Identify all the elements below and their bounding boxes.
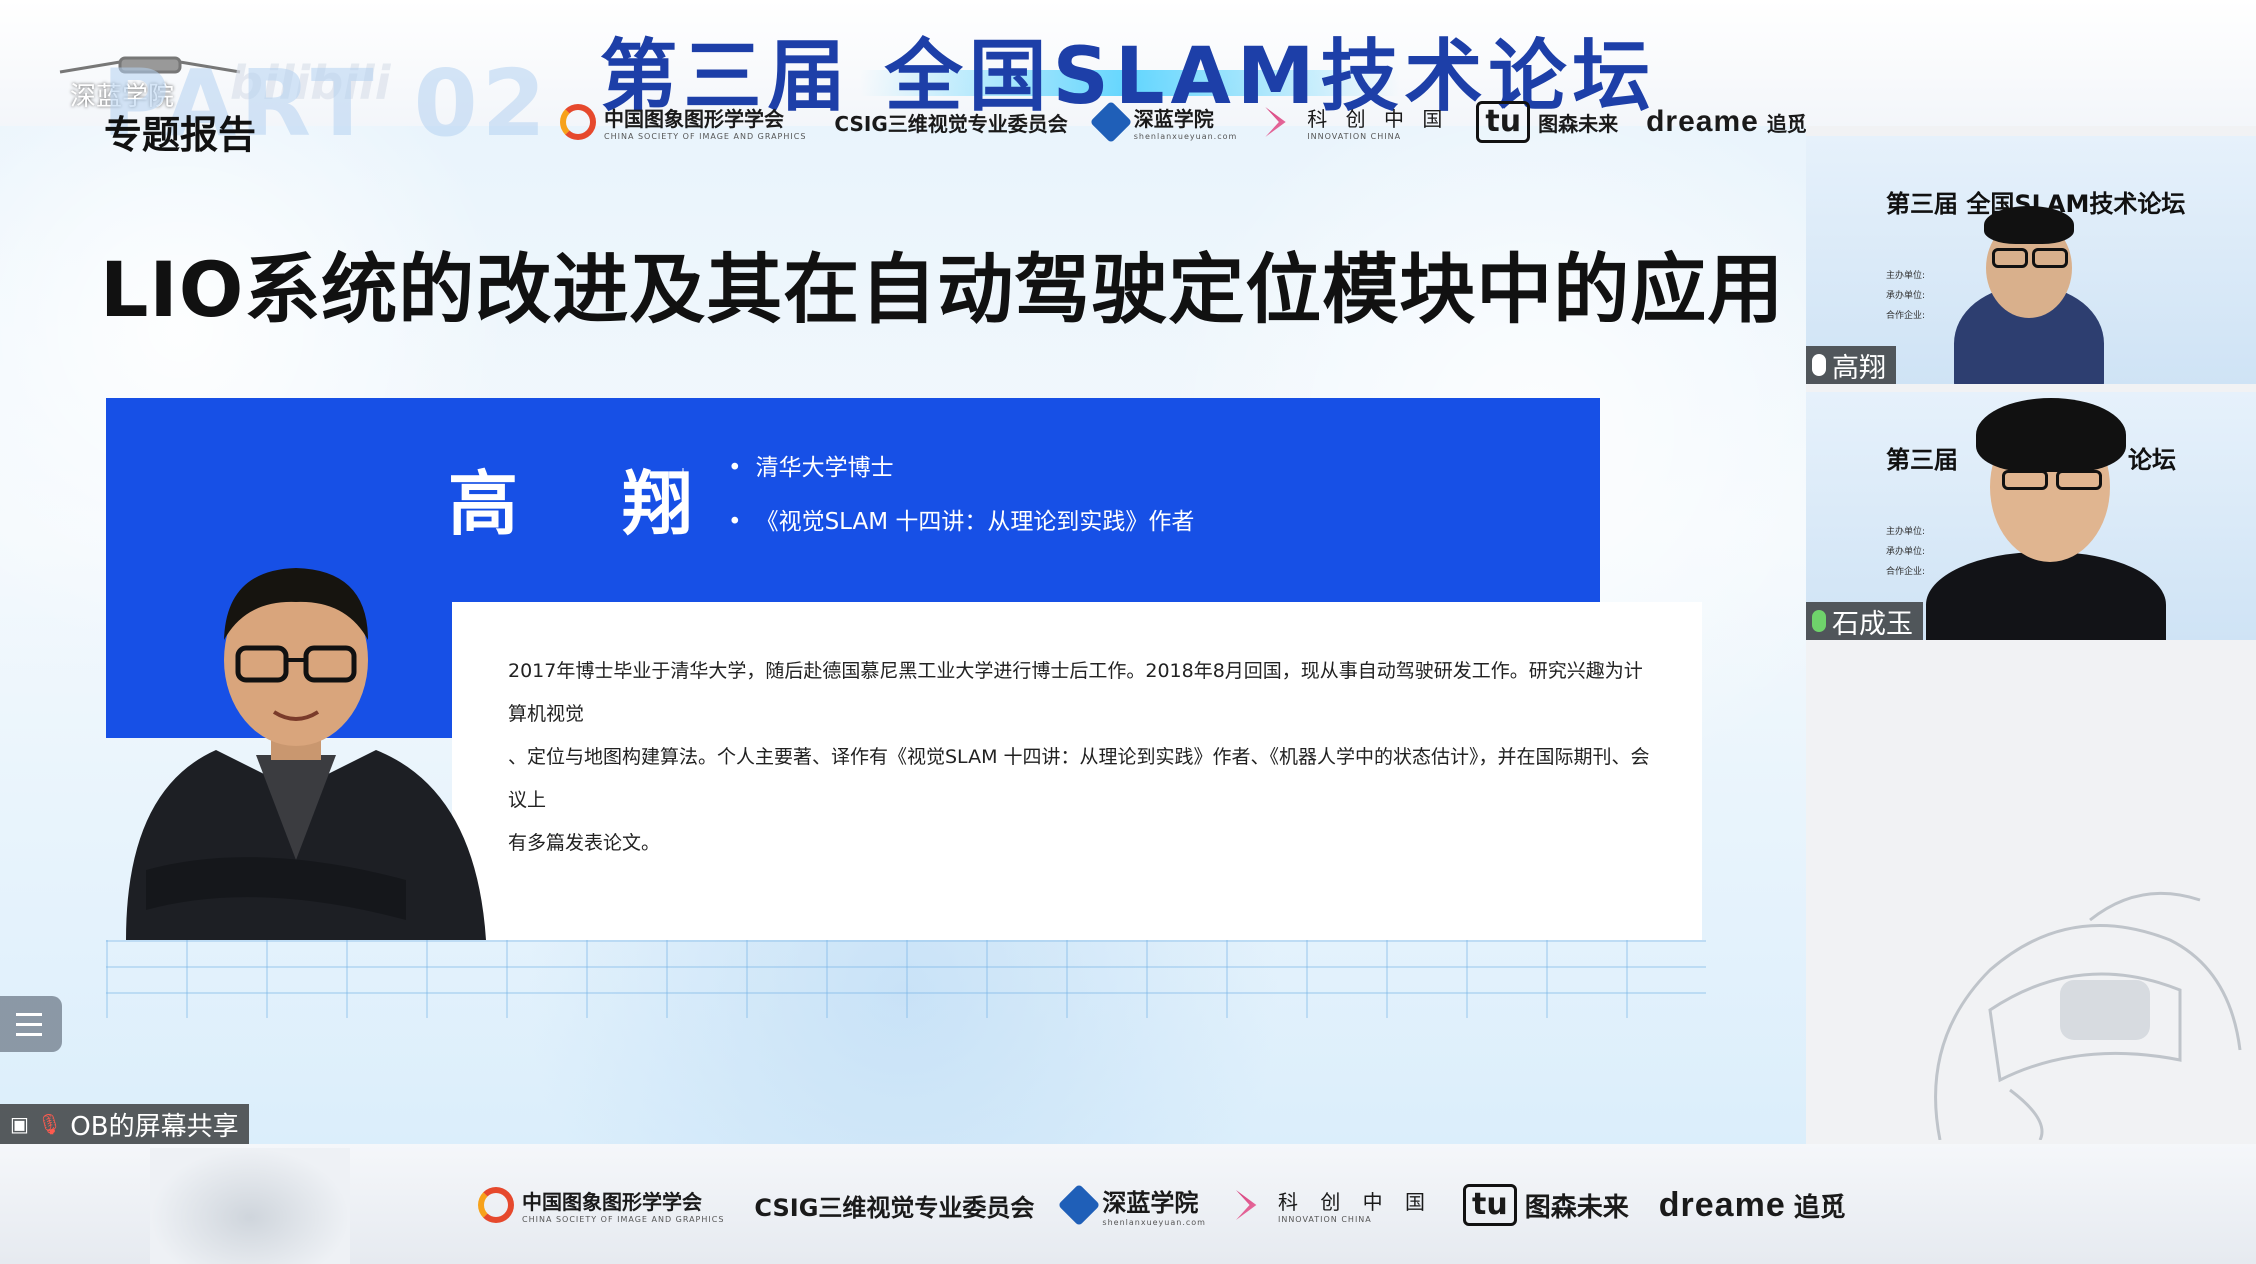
- speaker-photo: [126, 568, 486, 940]
- shenlan-diamond-icon: [1058, 1183, 1101, 1227]
- dreame-cn: 追觅: [1793, 1192, 1846, 1223]
- grid-floor-decoration: [106, 940, 1706, 1018]
- dreame-name: dreame: [1646, 105, 1759, 138]
- tu-mark: tu: [1476, 101, 1531, 143]
- participant-glasses: [2056, 470, 2102, 490]
- participant-hair: [1984, 206, 2074, 244]
- csig3d-name: CSIG三维视觉专业委员会: [754, 1193, 1035, 1222]
- bio-line: 2017年博士毕业于清华大学，随后赴德国慕尼黑工业大学进行博士后工作。2018年…: [508, 660, 1643, 725]
- robot-decoration: [150, 1148, 350, 1264]
- part-label: 专题报告: [104, 113, 257, 157]
- participant-tile[interactable]: 第三届 全国SLAM技术论坛 主办单位: 承办单位: 合作企业: 高翔: [1806, 136, 2256, 384]
- sponsor-logos: 中国图象图形学学会 CHINA SOCIETY OF IMAGE AND GRA…: [560, 92, 1807, 152]
- participant-glasses: [1992, 248, 2028, 268]
- csig-ring-icon: [478, 1187, 514, 1223]
- kechuang-en: INNOVATION CHINA: [1277, 1215, 1372, 1224]
- csig-ring-icon: [560, 104, 596, 140]
- tile-background-title: 第三届: [1886, 446, 1958, 474]
- bottom-sponsor-logos: 中国图象图形学学会 CHINA SOCIETY OF IMAGE AND GRA…: [478, 1172, 1846, 1238]
- logo-kechuang: 科 创 中 国 INNOVATION CHINA: [1235, 1186, 1434, 1224]
- list-icon: [16, 1022, 42, 1026]
- tile-meta-line: 承办单位:: [1886, 291, 1926, 301]
- shenlan-name: 深蓝学院: [1133, 107, 1214, 131]
- tile-background-meta: 主办单位: 承办单位: 合作企业:: [1886, 522, 1925, 582]
- shenlan-url: shenlanxueyuan.com: [1102, 1218, 1206, 1227]
- tusen-name: 图森未来: [1524, 1192, 1629, 1223]
- participant-name: 高翔: [1832, 352, 1886, 384]
- participant-glasses: [2032, 248, 2068, 268]
- logo-tusen: tu 图森未来: [1463, 1184, 1629, 1226]
- logo-csig: 中国图象图形学学会 CHINA SOCIETY OF IMAGE AND GRA…: [560, 103, 806, 141]
- name-divider: [682, 468, 684, 530]
- participant-tile[interactable]: 第三届 论坛 主办单位: 承办单位: 合作企业: 石成玉: [1806, 392, 2256, 640]
- dreame-cn: 追觅: [1766, 111, 1807, 136]
- tusen-name: 图森未来: [1538, 111, 1619, 136]
- slide-title: LIO系统的改进及其在自动驾驶定位模块中的应用: [100, 245, 1785, 334]
- kechuang-name: 科 创 中 国: [1307, 107, 1449, 131]
- credential-item: 清华大学博士: [728, 448, 894, 482]
- speaker-name: 高 翔: [448, 463, 733, 545]
- bio-line: 有多篇发表论文。: [508, 832, 661, 854]
- screen-share-icon: ▣: [10, 1112, 29, 1136]
- dreame-name: dreame: [1658, 1185, 1786, 1224]
- tile-meta-line: 主办单位:: [1886, 527, 1926, 537]
- bio-line: 、定位与地图构建算法。个人主要著、译作有《视觉SLAM 十四讲：从理论到实践》作…: [508, 746, 1650, 811]
- kechuang-mark-icon: [1265, 107, 1286, 137]
- mic-active-icon: [1812, 610, 1826, 632]
- logo-csig3d: CSIG三维视觉专业委员会: [834, 108, 1067, 137]
- participant-glasses: [2002, 470, 2048, 490]
- logo-shenlan: 深蓝学院 shenlanxueyuan.com: [1089, 100, 1238, 144]
- tu-mark: tu: [1463, 1184, 1517, 1226]
- participant-name-label: 高翔: [1806, 346, 1896, 384]
- mic-icon: [1812, 354, 1826, 376]
- kechuang-name: 科 创 中 国: [1277, 1190, 1434, 1214]
- logo-csig3d: CSIG三维视觉专业委员会: [754, 1188, 1034, 1223]
- shenlan-url: shenlanxueyuan.com: [1133, 132, 1238, 141]
- tile-meta-line: 合作企业:: [1886, 311, 1926, 321]
- mic-muted-icon: 🎙: [36, 1112, 63, 1136]
- vr-headset-sketch: [1934, 891, 2242, 1140]
- tile-background-title-right: 论坛: [2128, 446, 2176, 474]
- tile-background-meta: 主办单位: 承办单位: 合作企业:: [1886, 266, 1925, 326]
- tile-meta-line: 主办单位:: [1886, 271, 1926, 281]
- tile-meta-line: 承办单位:: [1886, 547, 1926, 557]
- shenlan-diamond-icon: [1089, 100, 1132, 144]
- tile-meta-line: 合作企业:: [1886, 567, 1926, 577]
- csig-en: CHINA SOCIETY OF IMAGE AND GRAPHICS: [604, 132, 807, 141]
- logo-tusen: tu 图森未来: [1476, 101, 1618, 143]
- logo-kechuang: 科 创 中 国 INNOVATION CHINA: [1265, 103, 1448, 141]
- kechuang-en: INNOVATION CHINA: [1307, 132, 1402, 141]
- screen-share-label: ▣ 🎙 OB的屏幕共享: [0, 1104, 249, 1144]
- participant-hair: [1976, 398, 2126, 472]
- list-icon: [16, 1012, 42, 1016]
- screen-share-text: OB的屏幕共享: [70, 1111, 239, 1142]
- speaker-bio: 2017年博士毕业于清华大学，随后赴德国慕尼黑工业大学进行博士后工作。2018年…: [508, 650, 1656, 865]
- participant-name-label: 石成玉: [1806, 602, 1923, 640]
- logo-shenlan: 深蓝学院 shenlanxueyuan.com: [1058, 1183, 1206, 1227]
- logo-csig: 中国图象图形学学会 CHINA SOCIETY OF IMAGE AND GRA…: [478, 1186, 724, 1224]
- csig3d-name: CSIG三维视觉专业委员会: [834, 111, 1068, 136]
- kechuang-mark-icon: [1235, 1190, 1257, 1220]
- credential-item: 《视觉SLAM 十四讲：从理论到实践》作者: [728, 502, 1195, 536]
- logo-dreame: dreame 追觅: [1646, 105, 1807, 139]
- participant-name: 石成玉: [1832, 608, 1913, 640]
- list-icon: [16, 1032, 42, 1036]
- participant-video: [1926, 552, 2166, 640]
- list-menu-button[interactable]: [0, 996, 62, 1052]
- csig-en: CHINA SOCIETY OF IMAGE AND GRAPHICS: [522, 1215, 725, 1224]
- csig-name: 中国图象图形学学会: [604, 107, 784, 131]
- csig-name: 中国图象图形学学会: [522, 1190, 702, 1214]
- logo-dreame: dreame 追觅: [1659, 1186, 1846, 1225]
- shenlan-name: 深蓝学院: [1102, 1189, 1199, 1217]
